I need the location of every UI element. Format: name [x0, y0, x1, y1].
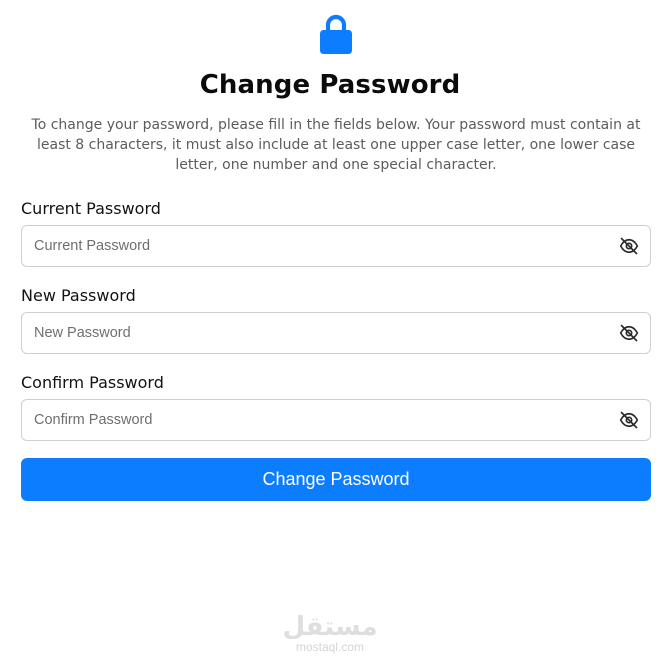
password-requirements-text: To change your password, please fill in …	[31, 117, 641, 173]
current-password-input[interactable]	[22, 226, 602, 266]
new-password-field	[21, 312, 651, 354]
watermark-logo: مستقل mostaql.com	[268, 614, 392, 654]
eye-off-icon[interactable]	[619, 323, 639, 343]
page-title: Change Password	[199, 70, 461, 100]
confirm-password-field	[21, 399, 651, 441]
new-password-input[interactable]	[22, 313, 602, 353]
lock-icon	[320, 14, 352, 54]
current-password-label: Current Password	[21, 199, 161, 218]
eye-off-icon[interactable]	[619, 410, 639, 430]
change-password-button[interactable]: Change Password	[21, 458, 651, 501]
watermark-url-text: mostaql.com	[295, 640, 365, 654]
current-password-field	[21, 225, 651, 267]
eye-off-icon[interactable]	[619, 236, 639, 256]
confirm-password-input[interactable]	[22, 400, 602, 440]
confirm-password-label: Confirm Password	[21, 373, 164, 392]
watermark-arabic-text: مستقل	[282, 612, 378, 642]
new-password-label: New Password	[21, 286, 136, 305]
